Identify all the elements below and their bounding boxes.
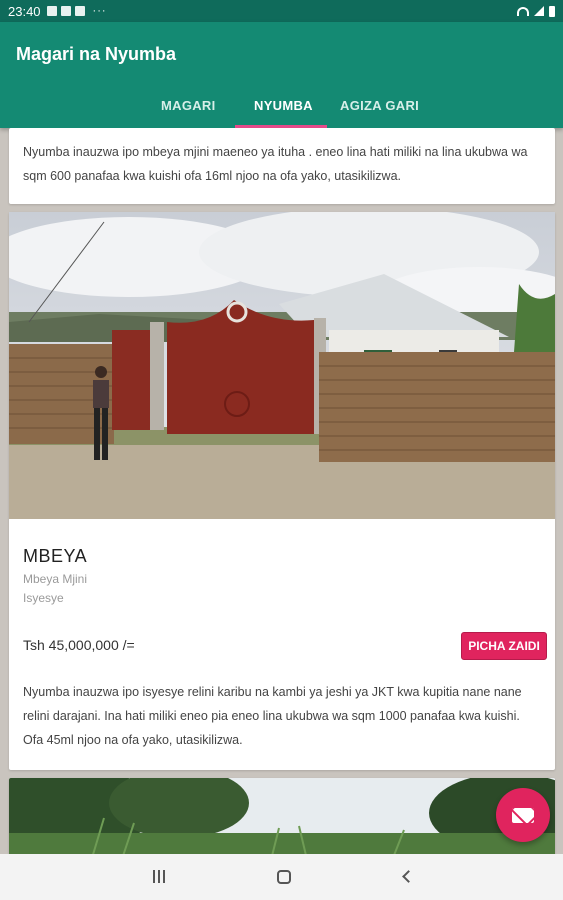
listing-price: Tsh 45,000,000 /=	[23, 637, 135, 653]
system-nav-bar	[0, 854, 563, 900]
status-time: 23:40	[8, 3, 41, 19]
listing-card: Nyumba inauzwa ipo mbeya mjini maeneo ya…	[9, 128, 555, 204]
home-icon[interactable]	[274, 867, 294, 887]
photo-notification-icon	[74, 6, 85, 16]
tab-magari[interactable]: MAGARI	[161, 98, 216, 113]
listing-description: Nyumba inauzwa ipo isyesye relini karibu…	[23, 685, 522, 747]
image-notification-icon	[46, 6, 57, 16]
tab-nyumba[interactable]: NYUMBA	[254, 98, 313, 113]
recent-apps-icon[interactable]	[149, 867, 169, 887]
listing-description: Nyumba inauzwa ipo mbeya mjini maeneo ya…	[23, 145, 528, 183]
house-photo[interactable]	[9, 212, 555, 519]
tab-agiza-gari[interactable]: AGIZA GARI	[340, 98, 419, 113]
listing-area: Mbeya Mjini	[23, 572, 88, 586]
back-icon[interactable]	[398, 867, 418, 887]
mail-icon	[512, 807, 534, 823]
more-photos-button[interactable]: PICHA ZAIDI	[461, 632, 547, 660]
contact-fab[interactable]	[496, 788, 550, 842]
message-notification-icon	[60, 6, 71, 16]
app-bar: Magari na Nyumba MAGARI NYUMBA AGIZA GAR…	[0, 22, 563, 128]
signal-icon	[534, 6, 544, 16]
listing-feed[interactable]: Nyumba inauzwa ipo mbeya mjini maeneo ya…	[0, 128, 563, 854]
wifi-icon	[517, 6, 529, 16]
status-bar: 23:40 ···	[0, 0, 563, 22]
property-photo[interactable]	[9, 778, 555, 854]
listing-location: Isyesye	[23, 591, 64, 605]
battery-icon	[549, 5, 555, 17]
tab-bar: MAGARI NYUMBA AGIZA GARI	[0, 94, 563, 128]
more-notifications-icon: ···	[92, 5, 107, 17]
status-icons	[517, 5, 555, 17]
listing-card: MBEYA Mbeya Mjini Isyesye Tsh 45,000,000…	[9, 212, 555, 770]
listing-city: MBEYA	[23, 546, 88, 566]
app-title: Magari na Nyumba	[16, 44, 177, 64]
listing-card	[9, 778, 555, 854]
